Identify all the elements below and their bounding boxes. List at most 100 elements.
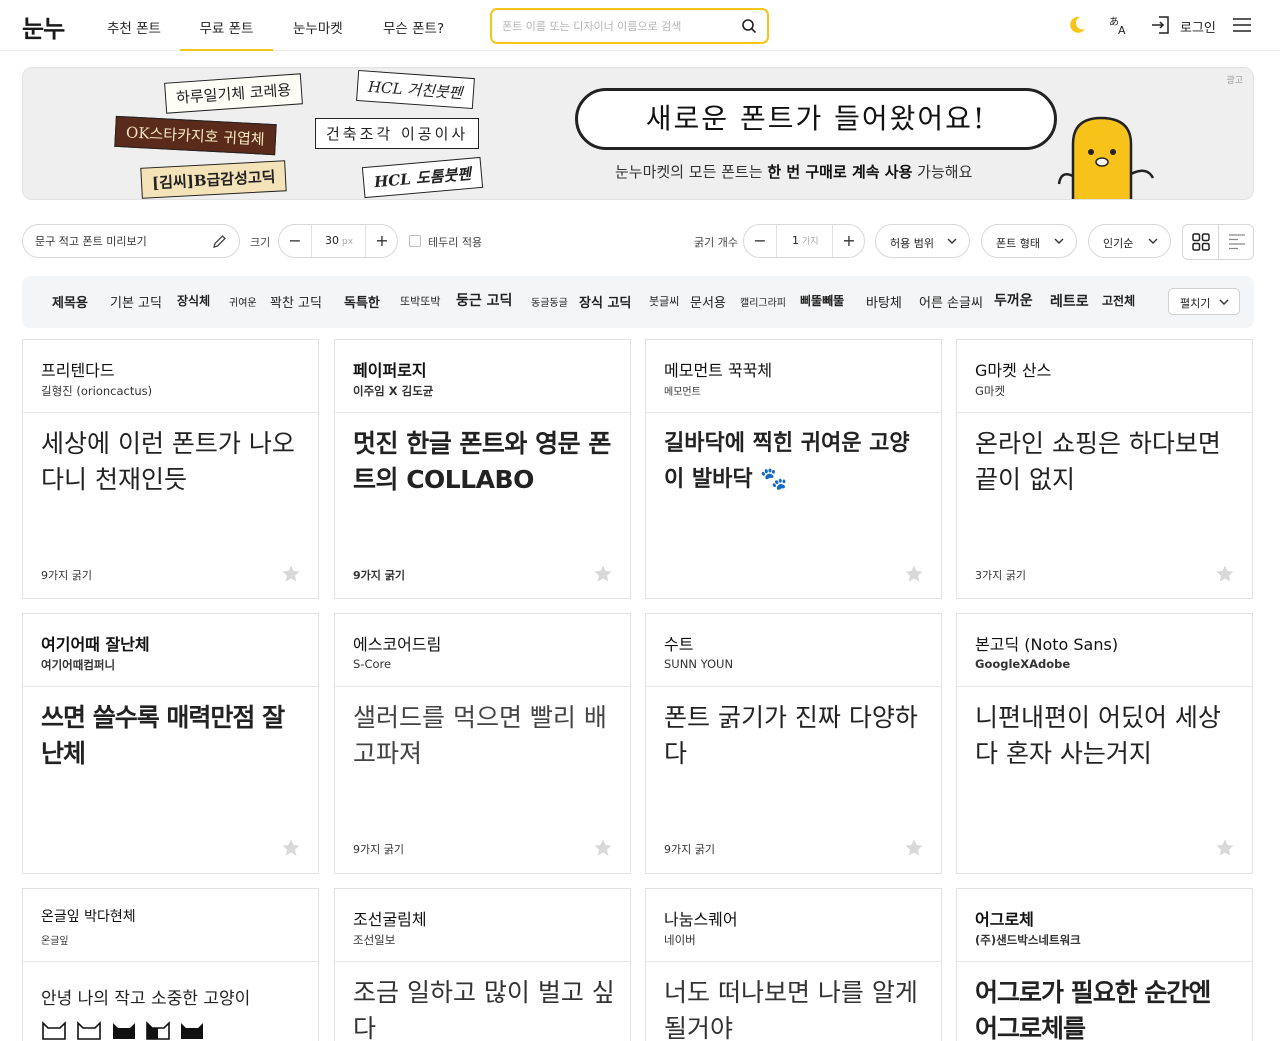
font-card[interactable]: 어그로체 (주)샌드박스네트워크 어그로가 필요한 순간엔 어그로체를 <box>956 888 1253 1041</box>
font-author[interactable]: GoogleXAdobe <box>975 657 1070 671</box>
font-name[interactable]: 조선굴림체 <box>353 906 427 930</box>
font-shape-dropdown[interactable]: 폰트 형태 <box>981 224 1077 258</box>
weight-increase-button[interactable]: + <box>833 225 865 257</box>
font-author[interactable]: 길형진 (orioncactus) <box>41 383 152 399</box>
font-author[interactable]: 이주임 X 김도균 <box>353 383 433 399</box>
category-tag[interactable]: 둥근 고딕 <box>456 290 512 310</box>
category-tag[interactable]: 캘리그라피 <box>740 294 786 309</box>
card-header: 메모먼트 꾹꾹체 메모먼트 <box>646 340 941 413</box>
font-card[interactable]: 나눔스퀘어 네이버 너도 떠나보면 나를 알게 될거야 <box>645 888 942 1041</box>
size-increase-button[interactable]: + <box>366 225 398 257</box>
site-logo[interactable]: 눈누 <box>22 9 65 44</box>
font-name[interactable]: 본고딕 (Noto Sans) <box>975 631 1118 655</box>
category-tag[interactable]: 동글동글 <box>531 294 568 309</box>
search-input[interactable] <box>502 17 732 35</box>
font-name[interactable]: G마켓 산스 <box>975 357 1051 381</box>
font-card[interactable]: 메모먼트 꾹꾹체 메모먼트 길바닥에 찍힌 귀여운 고양이 발바닥 🐾 <box>645 339 942 599</box>
favorite-star-icon[interactable] <box>593 564 613 584</box>
mascot-illustration <box>1057 116 1155 199</box>
hamburger-menu-icon[interactable] <box>1231 14 1253 36</box>
font-card[interactable]: 프리텐다드 길형진 (orioncactus) 세상에 이런 폰트가 나오다니 … <box>22 339 319 599</box>
border-label: 테두리 적용 <box>428 236 483 249</box>
preview-text-input[interactable] <box>35 234 205 247</box>
weight-count-label: 굵기 개수 <box>694 236 738 249</box>
nav-noonnu-market[interactable]: 눈누마켓 <box>293 17 343 51</box>
category-tag[interactable]: 문서용 <box>690 292 726 311</box>
font-name[interactable]: 여기어때 잘난체 <box>41 631 150 655</box>
category-tag[interactable]: 삐뚤빼뚤 <box>800 292 844 309</box>
font-author[interactable]: 온글잎 <box>41 932 69 947</box>
font-name[interactable]: 수트 <box>664 631 693 655</box>
expand-categories-button[interactable]: 펼치기 <box>1168 288 1240 315</box>
favorite-star-icon[interactable] <box>1215 564 1235 584</box>
search-box[interactable] <box>490 8 769 44</box>
font-name[interactable]: 프리텐다드 <box>41 357 115 381</box>
font-card[interactable]: 여기어때 잘난체 여기어때컴퍼니 쓰면 쓸수록 매력만점 잘난체 <box>22 613 319 874</box>
language-translate-icon[interactable]: あA <box>1108 14 1130 36</box>
font-author[interactable]: S-Core <box>353 657 391 671</box>
font-name[interactable]: 어그로체 <box>975 906 1034 930</box>
border-checkbox[interactable] <box>409 235 421 247</box>
card-header: 조선굴림체 조선일보 <box>335 889 630 962</box>
license-dropdown[interactable]: 허용 범위 <box>875 224 970 258</box>
category-tag[interactable]: 붓글씨 <box>649 293 679 309</box>
weight-count-value[interactable]: 1 가지 <box>792 234 819 247</box>
favorite-star-icon[interactable] <box>281 838 301 858</box>
font-sample-text: 쓰면 쓸수록 매력만점 잘난체 <box>41 703 285 768</box>
font-author[interactable]: 메모먼트 <box>664 383 701 398</box>
category-tag[interactable]: 레트로 <box>1050 291 1089 311</box>
font-card[interactable]: 온글잎 박다현체 온글잎 안녕 나의 작고 소중한 고양이 <box>22 888 319 1041</box>
font-author[interactable]: (주)샌드박스네트워크 <box>975 932 1081 948</box>
category-tag[interactable]: 독특한 <box>344 292 380 311</box>
font-name[interactable]: 페이퍼로지 <box>353 357 427 381</box>
font-card[interactable]: G마켓 산스 G마켓 온라인 쇼핑은 하다보면 끝이 없지 3가지 굵기 <box>956 339 1253 599</box>
category-tag[interactable]: 귀여운 <box>229 294 257 309</box>
category-tag[interactable]: 제목용 <box>52 292 88 311</box>
category-tag[interactable]: 어른 손글씨 <box>919 292 983 311</box>
weight-decrease-button[interactable]: − <box>744 225 776 257</box>
category-tag[interactable]: 기본 고딕 <box>110 292 162 311</box>
favorite-star-icon[interactable] <box>593 838 613 858</box>
size-decrease-button[interactable]: − <box>279 225 311 257</box>
font-card[interactable]: 수트 SUNN YOUN 폰트 굵기가 진짜 다양하다 9가지 굵기 <box>645 613 942 874</box>
grid-view-button[interactable] <box>1183 225 1218 259</box>
list-view-button[interactable] <box>1219 225 1253 259</box>
favorite-star-icon[interactable] <box>281 564 301 584</box>
category-tag[interactable]: 고전체 <box>1102 292 1135 309</box>
font-author[interactable]: 여기어때컴퍼니 <box>41 657 115 673</box>
category-tag[interactable]: 또박또박 <box>400 293 440 309</box>
font-author[interactable]: G마켓 <box>975 383 1005 399</box>
font-card[interactable]: 조선굴림체 조선일보 조금 일하고 많이 벌고 싶다 <box>334 888 631 1041</box>
favorite-star-icon[interactable] <box>904 838 924 858</box>
login-link[interactable]: 로그인 <box>1180 17 1216 36</box>
font-author[interactable]: 네이버 <box>664 932 696 948</box>
favorite-star-icon[interactable] <box>1215 838 1235 858</box>
search-icon[interactable] <box>741 18 757 34</box>
nav-what-font[interactable]: 무슨 폰트? <box>383 17 444 51</box>
login-icon[interactable] <box>1150 14 1172 36</box>
size-value[interactable]: 30 px <box>325 234 353 247</box>
favorite-star-icon[interactable] <box>904 564 924 584</box>
font-name[interactable]: 에스코어드림 <box>353 631 441 655</box>
font-name[interactable]: 메모먼트 꾹꾹체 <box>664 357 772 381</box>
font-card[interactable]: 페이퍼로지 이주임 X 김도균 멋진 한글 폰트와 영문 폰트의 COLLABO… <box>334 339 631 599</box>
font-sample-text: 세상에 이런 폰트가 나오다니 천재인듯 <box>41 429 295 494</box>
font-name[interactable]: 나눔스퀘어 <box>664 906 738 930</box>
font-name[interactable]: 온글잎 박다현체 <box>41 906 136 926</box>
dark-mode-moon-icon[interactable] <box>1066 14 1088 36</box>
ad-banner[interactable]: 광고 하루일기체 코레용 OK스타카지호 귀엽체 [김씨]B급감성고딕 HCL … <box>22 67 1254 200</box>
font-card[interactable]: 본고딕 (Noto Sans) GoogleXAdobe 니편내편이 어딨어 세… <box>956 613 1253 874</box>
category-tag[interactable]: 장식체 <box>177 292 210 309</box>
font-author[interactable]: SUNN YOUN <box>664 657 733 671</box>
font-author[interactable]: 조선일보 <box>353 932 395 948</box>
font-card[interactable]: 에스코어드림 S-Core 샐러드를 먹으면 빨리 배고파져 9가지 굵기 <box>334 613 631 874</box>
preview-text-box[interactable] <box>22 224 240 258</box>
category-tag[interactable]: 바탕체 <box>866 292 902 311</box>
category-tag[interactable]: 두꺼운 <box>994 290 1033 310</box>
category-tag[interactable]: 꽉찬 고딕 <box>270 292 322 311</box>
card-header: 나눔스퀘어 네이버 <box>646 889 941 962</box>
category-tag[interactable]: 장식 고딕 <box>579 292 631 311</box>
sort-dropdown[interactable]: 인기순 <box>1088 224 1171 258</box>
nav-free-fonts[interactable]: 무료 폰트 <box>180 17 273 51</box>
nav-recommended-fonts[interactable]: 추천 폰트 <box>107 17 161 51</box>
